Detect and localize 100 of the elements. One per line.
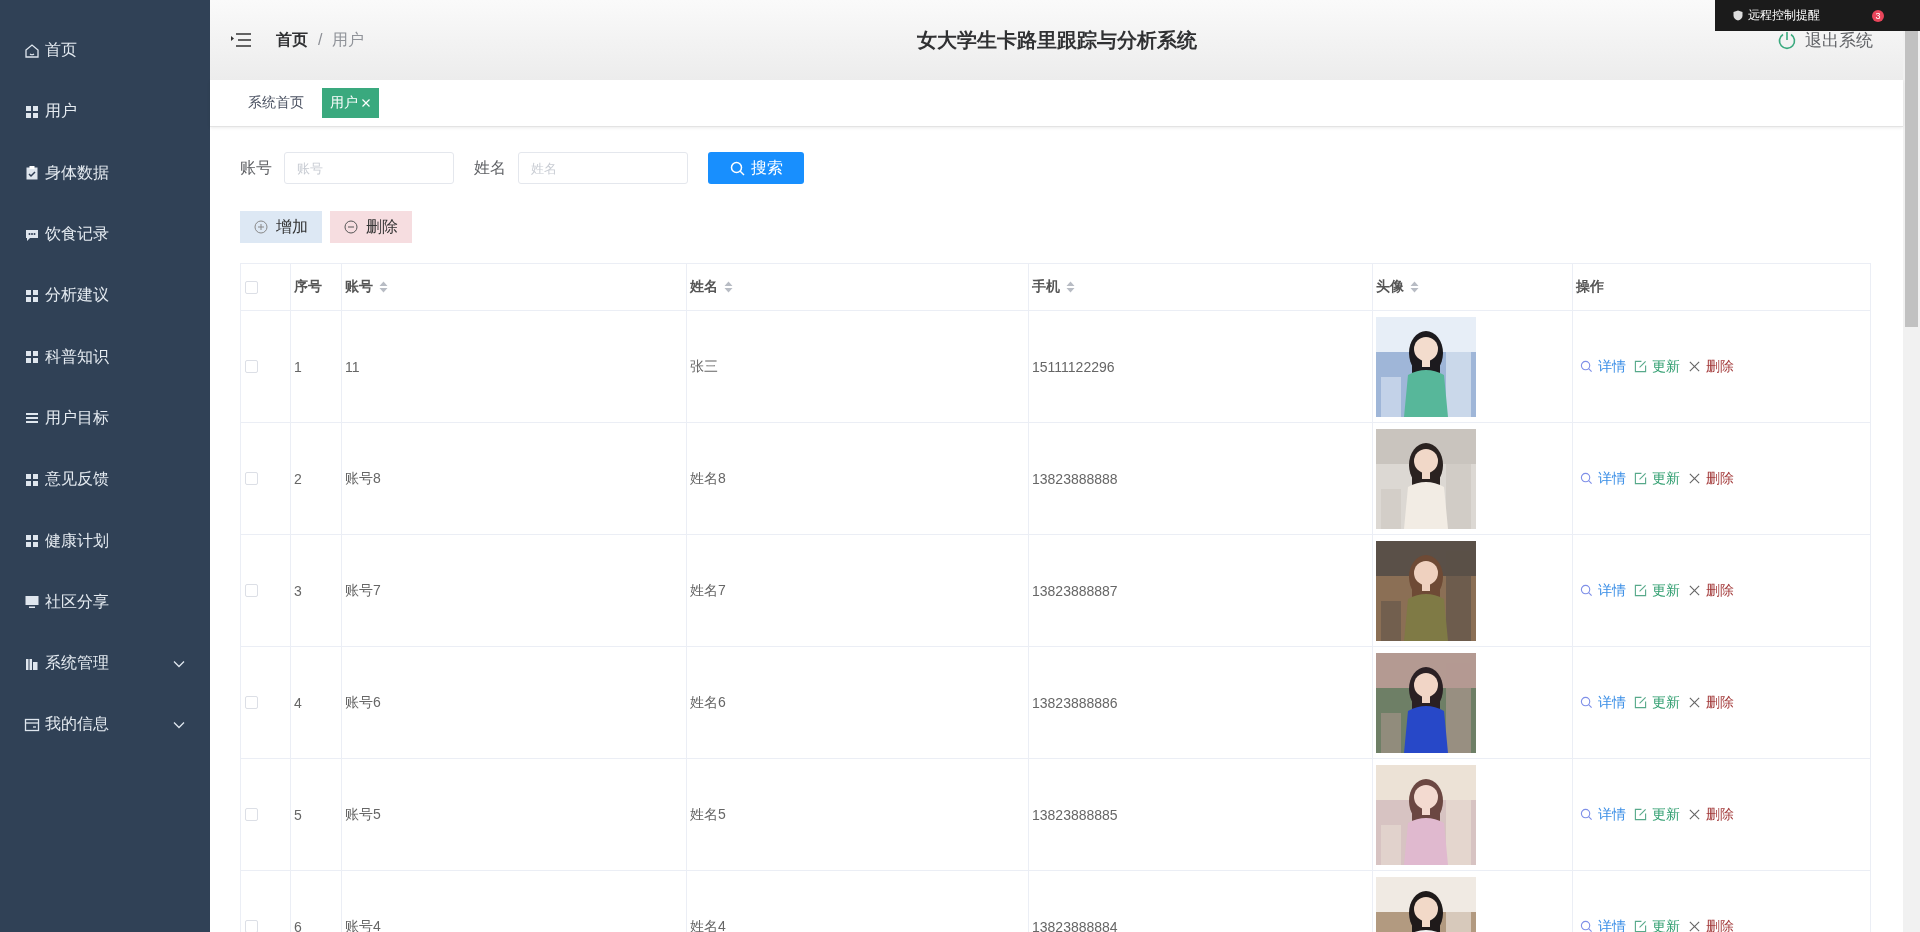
search-icon [1580,920,1593,932]
table-cell: 1 [294,358,302,375]
breadcrumb-separator: / [318,31,323,49]
menu-icon[interactable] [230,31,252,49]
breadcrumb-link[interactable]: 首页 [276,29,308,51]
checkbox[interactable] [245,280,258,294]
table-cell: 15111122296 [1032,358,1115,375]
delete-link[interactable]: 删除 [1688,469,1738,488]
search-icon [1580,584,1593,597]
search-icon [1580,472,1593,485]
detail-link[interactable]: 详情 [1580,469,1630,488]
delete-button[interactable]: 删除 [330,211,412,243]
notification-bar[interactable]: 远程控制提醒 3 [1715,0,1920,31]
sidebar-item[interactable]: 意见反馈 [0,449,210,511]
grid-icon [24,103,40,120]
detail-link[interactable]: 详情 [1580,581,1630,600]
table-cell: 5 [294,806,302,823]
table-cell: 姓名8 [690,469,726,486]
monitor-icon [24,594,40,611]
table-cell: 13823888887 [1032,582,1118,599]
table-cell: 13823888884 [1032,918,1118,932]
app-title: 女大学生卡路里跟踪与分析系统 [916,28,1197,51]
checkbox[interactable] [245,920,258,932]
tag-tab[interactable]: 系统首页 [240,88,312,118]
delete-link[interactable]: 删除 [1688,917,1738,932]
table-cell: 4 [294,694,302,711]
minus-circle-icon [344,220,358,234]
column-header: 头像 [1376,278,1404,296]
detail-link[interactable]: 详情 [1580,917,1630,932]
sidebar-item[interactable]: 身体数据 [0,142,210,204]
grid-icon [24,287,40,304]
table-cell: 姓名6 [690,693,726,710]
table-cell: 张三 [690,357,718,374]
close-icon [1688,584,1701,597]
search-icon [1580,808,1593,821]
update-link[interactable]: 更新 [1634,805,1684,824]
checkbox[interactable] [245,360,258,373]
search-icon [1580,360,1593,373]
table-cell: 账号4 [345,917,381,932]
sidebar-item[interactable]: 首页 [0,20,210,82]
close-icon [1688,696,1701,709]
column-header: 操作 [1576,278,1604,296]
sidebar-item[interactable]: 用户目标 [0,387,210,450]
update-link[interactable]: 更新 [1634,357,1684,376]
home-icon [24,42,40,59]
update-link[interactable]: 更新 [1634,469,1684,488]
sidebar-item[interactable]: 系统管理 [0,632,210,695]
column-header: 手机 [1032,278,1060,296]
sort-icon[interactable] [724,281,733,293]
column-header: 姓名 [690,278,718,296]
sort-icon[interactable] [1066,281,1075,293]
edit-icon [1634,696,1647,709]
breadcrumb-current: 用户 [332,29,365,50]
clipboard-icon [24,165,40,182]
table-cell: 3 [294,582,302,599]
checkbox[interactable] [245,808,258,821]
grid-icon [24,533,40,549]
close-icon [1688,920,1701,932]
sort-icon[interactable] [379,281,388,293]
close-icon [1688,472,1701,485]
detail-link[interactable]: 详情 [1580,805,1630,824]
delete-link[interactable]: 删除 [1688,805,1738,824]
table-cell: 账号8 [345,469,381,486]
checkbox[interactable] [245,696,258,709]
sidebar-item[interactable]: 健康计划 [0,510,210,572]
field-label: 账号 [240,157,272,178]
checkbox[interactable] [245,584,258,597]
sidebar-item[interactable]: 用户 [0,81,210,143]
detail-link[interactable]: 详情 [1580,693,1630,712]
delete-link[interactable]: 删除 [1688,693,1738,712]
grid-icon [24,349,40,366]
delete-link[interactable]: 删除 [1688,357,1738,376]
sidebar-item[interactable]: 科普知识 [0,326,210,388]
table-cell: 账号5 [345,805,381,822]
sidebar-item[interactable]: 饮食记录 [0,203,210,266]
table-cell: 账号7 [345,581,381,598]
close-icon [1688,360,1701,373]
edit-icon [1634,920,1647,932]
column-header: 序号 [294,278,322,296]
update-link[interactable]: 更新 [1634,917,1684,932]
table-cell: 11 [345,358,360,375]
add-button[interactable]: 增加 [240,211,322,243]
table-cell: 2 [294,470,302,487]
shield-icon [1733,10,1743,21]
close-icon[interactable] [361,98,371,108]
sidebar-item[interactable]: 分析建议 [0,265,210,327]
close-icon [1688,808,1701,821]
delete-link[interactable]: 删除 [1688,581,1738,600]
sort-icon[interactable] [1410,281,1419,293]
table-cell: 6 [294,918,302,932]
window-icon [24,716,40,733]
sidebar-item[interactable]: 社区分享 [0,571,210,633]
notification-text: 远程控制提醒 [1748,7,1821,24]
update-link[interactable]: 更新 [1634,693,1684,712]
update-link[interactable]: 更新 [1634,581,1684,600]
checkbox[interactable] [245,472,258,485]
sidebar-item[interactable]: 我的信息 [0,694,210,756]
logout-button[interactable]: 退出系统 [1777,28,1873,52]
table-cell: 13823888888 [1032,470,1118,487]
detail-link[interactable]: 详情 [1580,357,1630,376]
